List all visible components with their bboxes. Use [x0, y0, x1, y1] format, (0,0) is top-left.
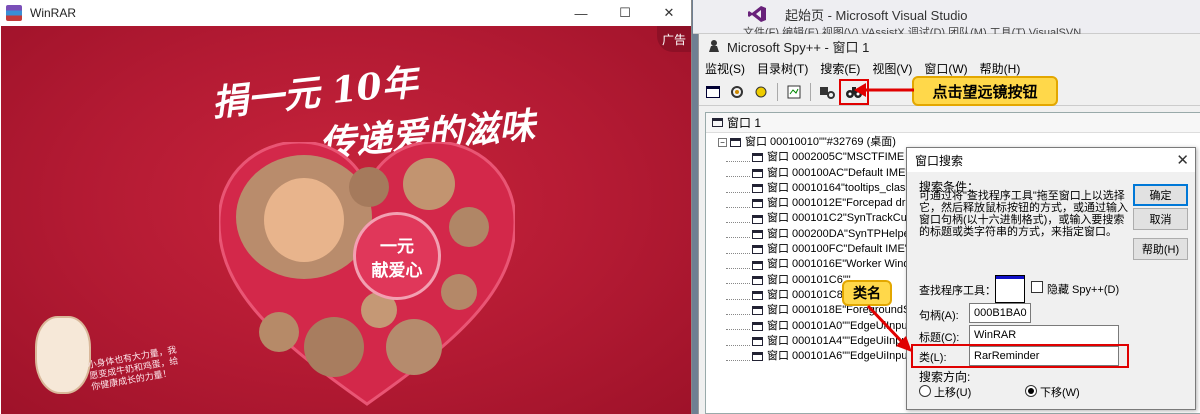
collapse-icon[interactable]: − — [718, 138, 727, 148]
dialog-titlebar[interactable]: 窗口搜索 ✕ — [907, 148, 1195, 172]
visual-studio-logo-icon — [748, 6, 766, 22]
window-icon — [752, 337, 763, 346]
search-direction-label: 搜索方向: — [919, 370, 971, 384]
close-icon[interactable]: ✕ — [1176, 151, 1189, 169]
window-icon — [752, 153, 763, 163]
minimize-icon[interactable]: — — [559, 0, 603, 26]
ad-tag[interactable]: 广告 — [657, 26, 691, 52]
visual-studio-window: 起始页 - Microsoft Visual Studio 文件(F) 编辑(E… — [693, 0, 1200, 34]
charity-ad-banner[interactable]: 广告 捐一元 10年 传递爱的滋味 一元 献爱心 小身体也有大力量，我愿变成牛奶… — [1, 26, 691, 414]
window-icon — [752, 168, 763, 178]
toolbar-separator — [777, 82, 778, 101]
winrar-app-icon — [6, 5, 22, 21]
direction-up-label: 上移(U) — [934, 387, 972, 399]
search-hint-text: 可通过将"查找程序工具"拖至窗口上以选择它，然后释放鼠标按钮的方式，或通过输入窗… — [919, 190, 1128, 238]
window-icon — [752, 291, 763, 301]
log-messages-icon[interactable] — [785, 83, 803, 101]
window-icon — [752, 352, 763, 362]
window-icon — [752, 199, 763, 209]
menu-help[interactable]: 帮助(H) — [980, 60, 1021, 77]
window-icon — [752, 321, 763, 331]
window-icon — [730, 138, 741, 148]
window-icon — [752, 260, 763, 270]
tree-pane-title: 窗口 1 — [727, 116, 762, 130]
finder-tool-icon[interactable] — [995, 275, 1025, 303]
threads-view-icon[interactable] — [752, 83, 770, 101]
find-window-dialog: 窗口搜索 ✕ 搜索条件： 可通过将"查找程序工具"拖至窗口上以选择它，然后释放鼠… — [906, 147, 1196, 410]
window-icon — [752, 306, 763, 316]
window-icon — [712, 118, 723, 127]
spy-title: Microsoft Spy++ - 窗口 1 — [727, 39, 870, 55]
winrar-titlebar[interactable]: WinRAR — ☐ ✕ — [0, 0, 691, 26]
caption-label: 标题(C): — [919, 332, 960, 344]
menu-monitor[interactable]: 监视(S) — [705, 60, 745, 77]
window-icon — [752, 184, 763, 194]
handle-label: 句柄(A): — [919, 310, 959, 322]
spy-menubar: 监视(S) 目录树(T) 搜索(E) 视图(V) 窗口(W) 帮助(H) — [699, 58, 1200, 78]
one-yuan-badge: 一元 献爱心 — [353, 212, 441, 300]
menu-window[interactable]: 窗口(W) — [924, 60, 967, 77]
class-arrow-icon — [866, 304, 912, 352]
menu-search[interactable]: 搜索(E) — [820, 60, 860, 77]
direction-down-radio[interactable] — [1025, 385, 1037, 397]
hide-spy-checkbox[interactable] — [1031, 281, 1043, 293]
menu-tree[interactable]: 目录树(T) — [757, 60, 808, 77]
class-name-callout: 类名 — [842, 280, 892, 306]
spy-app-icon — [709, 40, 719, 52]
winrar-title: WinRAR — [30, 6, 77, 20]
hide-spy-label: 隐藏 Spy++(D) — [1047, 284, 1120, 296]
help-button[interactable]: 帮助(H) — [1133, 238, 1188, 260]
processes-view-icon[interactable] — [728, 83, 746, 101]
menu-view[interactable]: 视图(V) — [872, 60, 912, 77]
ok-button[interactable]: 确定 — [1133, 184, 1188, 206]
window-icon — [752, 245, 763, 255]
direction-down-label: 下移(W) — [1040, 387, 1080, 399]
window-icon — [752, 229, 763, 239]
handle-input[interactable]: 000B1BA0 — [969, 303, 1031, 323]
class-input[interactable]: RarReminder — [969, 346, 1119, 366]
windows-view-icon[interactable] — [704, 83, 722, 101]
tree-pane-titlebar[interactable]: 窗口 1 — [706, 113, 1200, 133]
vs-menubar[interactable]: 文件(F) 编辑(E) 视图(V) VAssistX 调试(D) 团队(M) 工… — [743, 26, 1081, 34]
class-label: 类(L): — [919, 352, 947, 364]
binoculars-arrow-icon — [854, 83, 914, 97]
dialog-title: 窗口搜索 — [915, 153, 964, 168]
direction-up-radio[interactable] — [919, 385, 931, 397]
mascot-caption: 小身体也有大力量，我愿变成牛奶和鸡蛋，给你健康成长的力量！ — [86, 344, 180, 392]
spy-titlebar[interactable]: Microsoft Spy++ - 窗口 1 — [699, 34, 1200, 58]
toolbar-separator — [810, 82, 811, 101]
close-icon[interactable]: ✕ — [647, 0, 691, 26]
maximize-icon[interactable]: ☐ — [603, 0, 647, 26]
window-icon — [752, 275, 763, 285]
egg-mascot-icon — [35, 316, 91, 394]
winrar-window: WinRAR — ☐ ✕ 广告 捐一元 10年 传递爱的滋味 一元 献爱心 小身… — [0, 0, 692, 414]
cancel-button[interactable]: 取消 — [1133, 208, 1188, 230]
window-icon — [752, 214, 763, 224]
binoculars-callout: 点击望远镜按钮 — [912, 76, 1058, 106]
vs-title: 起始页 - Microsoft Visual Studio — [785, 8, 968, 23]
finder-tool-label: 查找程序工具： — [919, 285, 996, 297]
tree-root-label: 窗口 00010010""#32769 (桌面) — [745, 136, 896, 148]
caption-input[interactable]: WinRAR — [969, 325, 1119, 345]
find-message-icon[interactable] — [818, 83, 836, 101]
